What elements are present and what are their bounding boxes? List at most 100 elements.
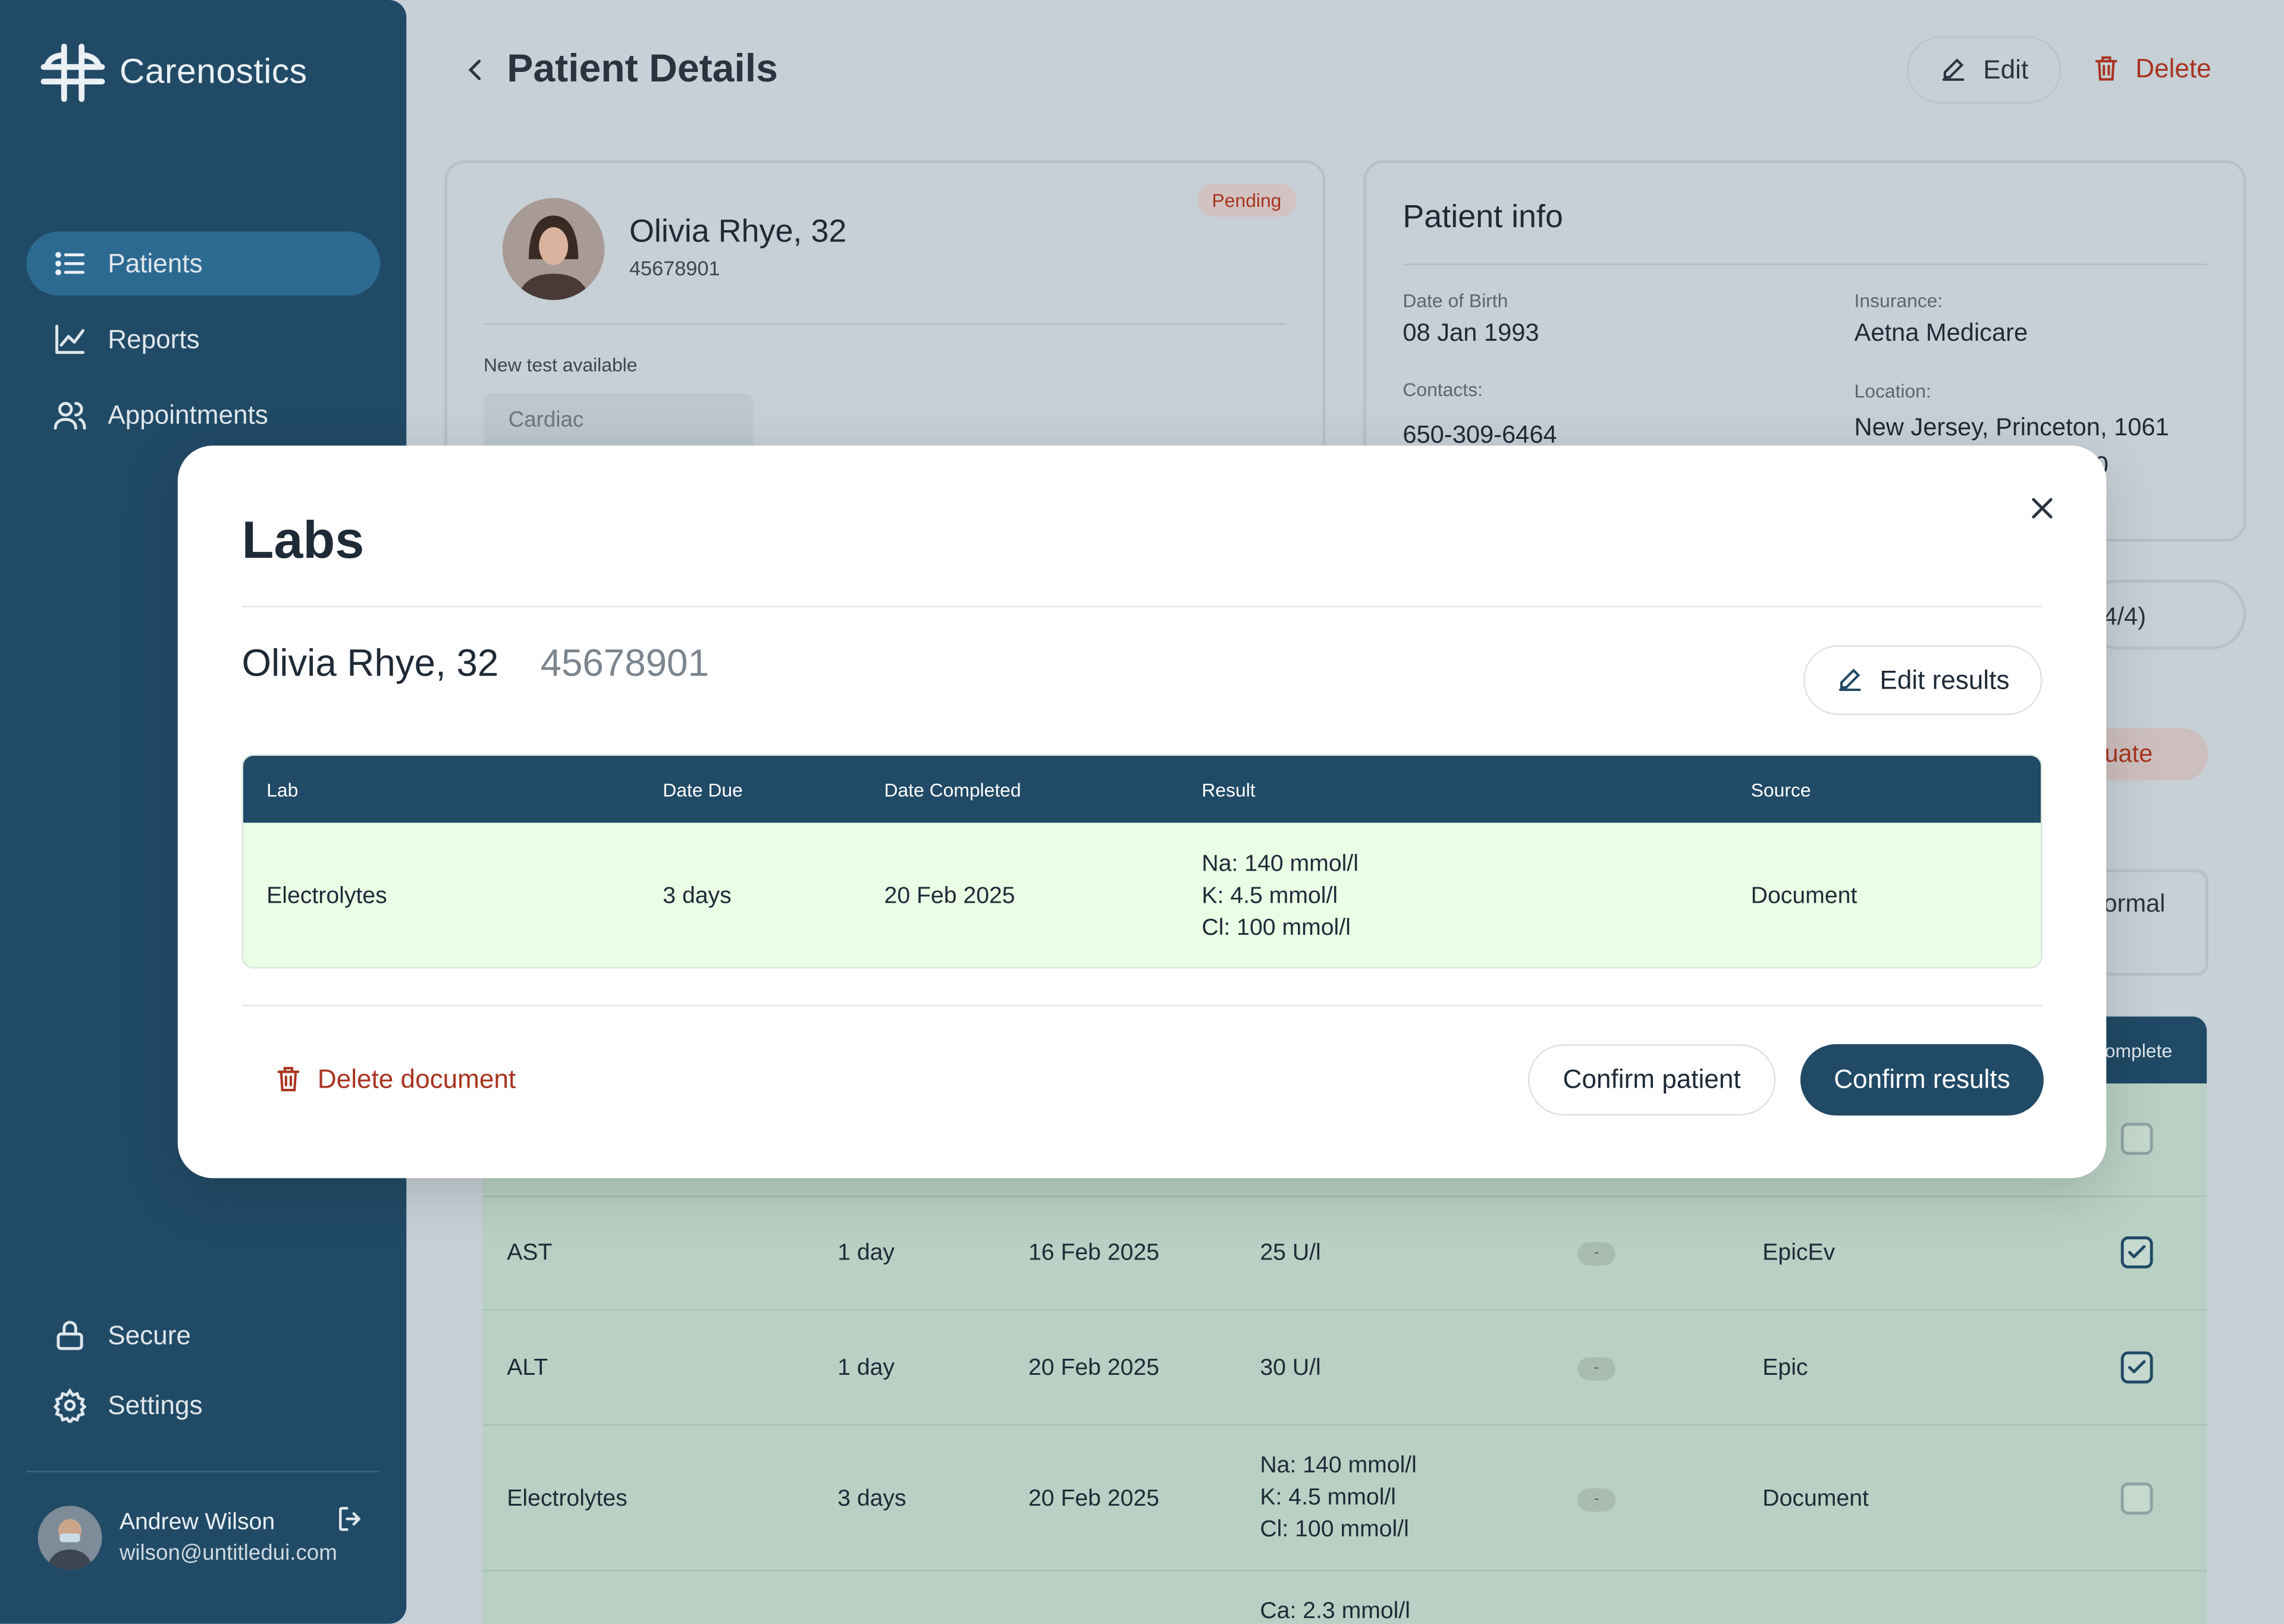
main-nav: Patients Reports Appointments xyxy=(26,231,381,458)
confirm-results-button[interactable]: Confirm results xyxy=(1800,1044,2044,1116)
result-line: Cl: 100 mmol/l xyxy=(1201,916,1351,941)
divider xyxy=(484,323,1287,325)
user-name: Andrew Wilson xyxy=(119,1510,275,1535)
date-completed: 20 Feb 2025 xyxy=(884,884,1015,909)
sidebar-item-secure[interactable]: Secure xyxy=(26,1303,380,1368)
dob-value: 08 Jan 1993 xyxy=(1403,319,1539,347)
sidebar-divider xyxy=(26,1471,381,1472)
complete-checkbox[interactable] xyxy=(2120,1236,2153,1269)
sidebar-item-patients[interactable]: Patients xyxy=(26,231,381,296)
modal-patient-id: 45678901 xyxy=(540,640,709,685)
delete-button[interactable]: Delete xyxy=(2092,52,2211,84)
pencil-icon xyxy=(1943,58,1965,81)
location-label: Location: xyxy=(1854,380,1931,402)
sidebar-item-appointments[interactable]: Appointments xyxy=(26,383,380,447)
table-row: AST 1 day 16 Feb 2025 25 U/l - EpicEv xyxy=(482,1197,2207,1311)
dob-label: Date of Birth xyxy=(1403,290,1508,312)
divider xyxy=(1403,263,2207,265)
source: Epic xyxy=(1762,1356,1808,1381)
back-button[interactable] xyxy=(463,55,487,84)
list-icon xyxy=(55,252,85,275)
chevron-left-icon xyxy=(468,59,481,80)
insurance-label: Insurance: xyxy=(1854,290,1943,312)
flag-badge: - xyxy=(1577,1357,1615,1381)
confirm-patient-button[interactable]: Confirm patient xyxy=(1527,1044,1776,1116)
sidebar-item-label: Reports xyxy=(108,323,200,353)
edit-button[interactable]: Edit xyxy=(1906,36,2062,103)
close-button[interactable] xyxy=(2028,494,2057,523)
date-due: 3 days xyxy=(663,884,732,909)
sidebar-item-label: Settings xyxy=(108,1390,203,1419)
logout-icon xyxy=(339,1507,360,1531)
result-line: K: 4.5 mmol/l xyxy=(1260,1485,1397,1510)
lab-name: Electrolytes xyxy=(507,1487,628,1512)
contacts-label: Contacts: xyxy=(1403,378,1483,401)
logout-button[interactable] xyxy=(335,1503,367,1535)
result-line: Na: 140 mmol/l xyxy=(1260,1453,1417,1478)
secondary-nav: Secure Settings xyxy=(26,1303,380,1443)
lock-icon xyxy=(57,1321,83,1350)
pencil-icon xyxy=(1839,668,1862,692)
edit-results-button[interactable]: Edit results xyxy=(1803,645,2043,715)
gear-icon xyxy=(53,1388,87,1423)
date-due: 1 day xyxy=(837,1240,895,1266)
flag-badge: - xyxy=(1577,1242,1615,1266)
date-completed: 16 Feb 2025 xyxy=(1028,1240,1160,1266)
result-line: Ca: 2.3 mmol/l xyxy=(1260,1598,1410,1624)
location-value: New Jersey, Princeton, 1061 xyxy=(1854,413,2169,442)
complete-checkbox[interactable] xyxy=(2120,1123,2153,1155)
status-badge: Pending xyxy=(1197,183,1296,217)
insurance-value: Aetna Medicare xyxy=(1854,319,2028,347)
delete-document-label: Delete document xyxy=(317,1063,516,1093)
complete-checkbox[interactable] xyxy=(2120,1482,2153,1515)
source: Document xyxy=(1750,884,1858,909)
result-line: K: 4.5 mmol/l xyxy=(1201,884,1338,909)
date-due: 1 day xyxy=(837,1356,895,1381)
patient-photo xyxy=(502,198,605,300)
labs-modal: Labs Olivia Rhye, 32 45678901 Edit resul… xyxy=(177,445,2107,1179)
result: 25 U/l xyxy=(1260,1240,1321,1266)
table-row: Electrolytes 3 days 20 Feb 2025 Na: 140 … xyxy=(482,1425,2207,1572)
delete-label: Delete xyxy=(2135,53,2211,83)
delete-document-button[interactable]: Delete document xyxy=(274,1063,516,1095)
modal-labs-table: Lab Date Due Date Completed Result Sourc… xyxy=(241,754,2043,969)
flag-badge: - xyxy=(1577,1488,1615,1512)
lab-name: Electrolytes xyxy=(266,884,387,909)
column-header-lab: Lab xyxy=(266,779,299,801)
page-title: Patient Details xyxy=(507,46,778,90)
patient-info-title: Patient info xyxy=(1403,198,1563,235)
sidebar-item-reports[interactable]: Reports xyxy=(26,307,380,372)
table-row: Ca: 2.3 mmol/l xyxy=(482,1571,2207,1624)
evaluate-fragment: luate xyxy=(2098,740,2153,768)
logo[interactable]: Carenostics xyxy=(38,38,308,108)
logo-icon xyxy=(40,43,105,102)
edit-label: Edit xyxy=(1983,54,2029,84)
new-test-label: New test available xyxy=(484,354,638,376)
column-header-result: Result xyxy=(1201,779,1256,801)
trash-icon xyxy=(2095,56,2117,81)
divider xyxy=(241,605,2043,608)
result-line: Na: 140 mmol/l xyxy=(1201,852,1359,877)
chart-icon xyxy=(55,325,85,354)
users-icon xyxy=(54,401,86,430)
trash-icon xyxy=(277,1067,300,1092)
avatar xyxy=(37,1506,102,1570)
lab-name: ALT xyxy=(507,1356,548,1381)
check-icon xyxy=(2128,1360,2146,1374)
source: EpicEv xyxy=(1762,1240,1836,1266)
sidebar-item-settings[interactable]: Settings xyxy=(26,1373,380,1437)
lab-name: AST xyxy=(507,1240,553,1266)
normal-fragment: ormal xyxy=(2103,890,2166,918)
brand-name: Carenostics xyxy=(119,52,308,92)
user-email: wilson@untitledui.com xyxy=(119,1541,337,1566)
check-icon xyxy=(2128,1245,2146,1258)
complete-header: omplete xyxy=(2104,1039,2173,1062)
edit-results-label: Edit results xyxy=(1880,664,2010,694)
modal-patient-name: Olivia Rhye, 32 xyxy=(241,640,499,685)
modal-title: Labs xyxy=(241,510,365,570)
user-profile[interactable]: Andrew Wilson wilson@untitledui.com xyxy=(37,1506,337,1570)
complete-checkbox[interactable] xyxy=(2120,1351,2153,1384)
result-line: Cl: 100 mmol/l xyxy=(1260,1517,1409,1543)
test-select[interactable]: Cardiac xyxy=(484,393,754,452)
sidebar-item-label: Patients xyxy=(108,248,203,278)
